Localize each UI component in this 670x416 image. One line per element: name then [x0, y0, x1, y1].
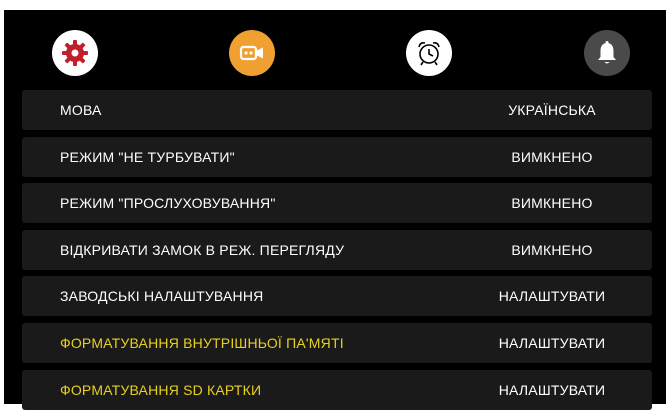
alarm-clock-icon — [418, 42, 440, 66]
settings-tab[interactable] — [52, 30, 98, 76]
menu-item-value[interactable]: НАЛАШТУВАТИ — [452, 370, 652, 410]
menu-item-format-internal-memory[interactable]: ФОРМАТУВАННЯ ВНУТРІШНЬОЇ ПА'МЯТІ НАЛАШТУ… — [22, 322, 652, 363]
settings-menu: МОВА УКРАЇНСЬКА РЕЖИМ "НЕ ТУРБУВАТИ" ВИМ… — [22, 90, 652, 416]
menu-item-label: МОВА — [60, 102, 102, 118]
notifications-tab[interactable] — [584, 30, 630, 76]
settings-screen: МОВА УКРАЇНСЬКА РЕЖИМ "НЕ ТУРБУВАТИ" ВИМ… — [4, 10, 666, 410]
menu-item-language[interactable]: МОВА УКРАЇНСЬКА — [22, 90, 652, 130]
gear-icon — [62, 40, 88, 66]
alarm-tab[interactable] — [406, 30, 452, 76]
menu-item-label: ФОРМАТУВАННЯ ВНУТРІШНЬОЇ ПА'МЯТІ — [60, 334, 344, 351]
video-tab[interactable] — [229, 30, 275, 76]
menu-item-value[interactable]: ВИМКНЕНО — [452, 230, 652, 270]
bell-icon — [598, 41, 616, 64]
menu-item-value[interactable]: ВИМКНЕНО — [452, 137, 652, 177]
video-camera-icon — [239, 45, 263, 61]
menu-item-label: ВІДКРИВАТИ ЗАМОК В РЕЖ. ПЕРЕГЛЯДУ — [60, 241, 345, 258]
top-toolbar — [4, 10, 666, 88]
menu-item-label: ЗАВОДСЬКІ НАЛАШТУВАННЯ — [60, 288, 264, 305]
menu-item-listening-mode[interactable]: РЕЖИМ "ПРОСЛУХОВУВАННЯ" ВИМКНЕНО — [22, 183, 652, 224]
menu-item-label: ФОРМАТУВАННЯ SD КАРТКИ — [60, 381, 262, 398]
menu-item-do-not-disturb[interactable]: РЕЖИМ "НЕ ТУРБУВАТИ" ВИМКНЕНО — [22, 136, 652, 177]
menu-item-value[interactable]: УКРАЇНСЬКА — [452, 90, 652, 130]
menu-item-label: РЕЖИМ "НЕ ТУРБУВАТИ" — [60, 148, 235, 165]
menu-item-format-sd-card[interactable]: ФОРМАТУВАННЯ SD КАРТКИ НАЛАШТУВАТИ — [22, 369, 652, 410]
menu-item-value[interactable]: НАЛАШТУВАТИ — [452, 276, 652, 316]
menu-item-label: РЕЖИМ "ПРОСЛУХОВУВАННЯ" — [60, 195, 276, 212]
menu-item-unlock-in-view-mode[interactable]: ВІДКРИВАТИ ЗАМОК В РЕЖ. ПЕРЕГЛЯДУ ВИМКНЕ… — [22, 229, 652, 270]
menu-item-value[interactable]: ВИМКНЕНО — [452, 183, 652, 223]
menu-item-value[interactable]: НАЛАШТУВАТИ — [452, 323, 652, 363]
menu-item-factory-settings[interactable]: ЗАВОДСЬКІ НАЛАШТУВАННЯ НАЛАШТУВАТИ — [22, 276, 652, 317]
